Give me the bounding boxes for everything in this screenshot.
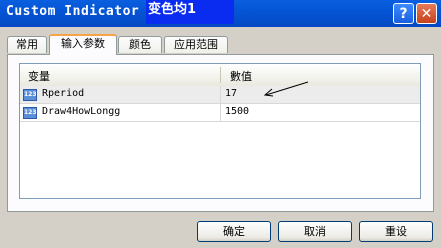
ok-button[interactable]: 确定 — [197, 221, 271, 242]
table-row[interactable]: 123 Draw4HowLongg 1500 — [20, 104, 420, 122]
parameter-value[interactable]: 1500 — [225, 106, 249, 117]
window-title: Custom Indicator - — [6, 4, 156, 19]
table-row[interactable]: 123 Rperiod 17 — [20, 86, 420, 104]
column-divider — [220, 86, 221, 104]
header-value[interactable]: 數值 — [230, 68, 252, 84]
tab-input-parameters[interactable]: 输入参数 — [49, 34, 117, 55]
cancel-button[interactable]: 取消 — [278, 221, 352, 242]
reset-button[interactable]: 重设 — [359, 221, 433, 242]
grid-header: 变量 數值 — [20, 64, 420, 87]
tab-visualization[interactable]: 应用范围 — [164, 36, 228, 53]
help-icon: ? — [399, 5, 408, 22]
integer-type-icon: 123 — [23, 89, 37, 101]
window-title-suffix: 变色均1 — [146, 0, 234, 24]
close-button[interactable]: ✕ — [416, 3, 437, 24]
header-separator — [220, 67, 221, 83]
help-button[interactable]: ? — [393, 3, 414, 24]
title-bar[interactable]: Custom Indicator - 变色均1 ? ✕ — [0, 0, 441, 27]
parameter-name: Draw4HowLongg — [42, 106, 121, 117]
annotation-arrow-icon — [263, 81, 309, 97]
column-divider — [220, 104, 221, 122]
parameter-name: Rperiod — [42, 88, 85, 99]
parameter-value[interactable]: 17 — [225, 88, 237, 99]
header-variable[interactable]: 变量 — [28, 68, 50, 84]
parameters-grid[interactable]: 变量 數值 123 Rperiod 17 123 Draw4HowLongg 1… — [19, 63, 421, 199]
tab-common[interactable]: 常用 — [7, 36, 47, 53]
integer-type-icon: 123 — [23, 107, 37, 119]
close-icon: ✕ — [420, 5, 433, 22]
tab-colors[interactable]: 颜色 — [118, 36, 162, 53]
